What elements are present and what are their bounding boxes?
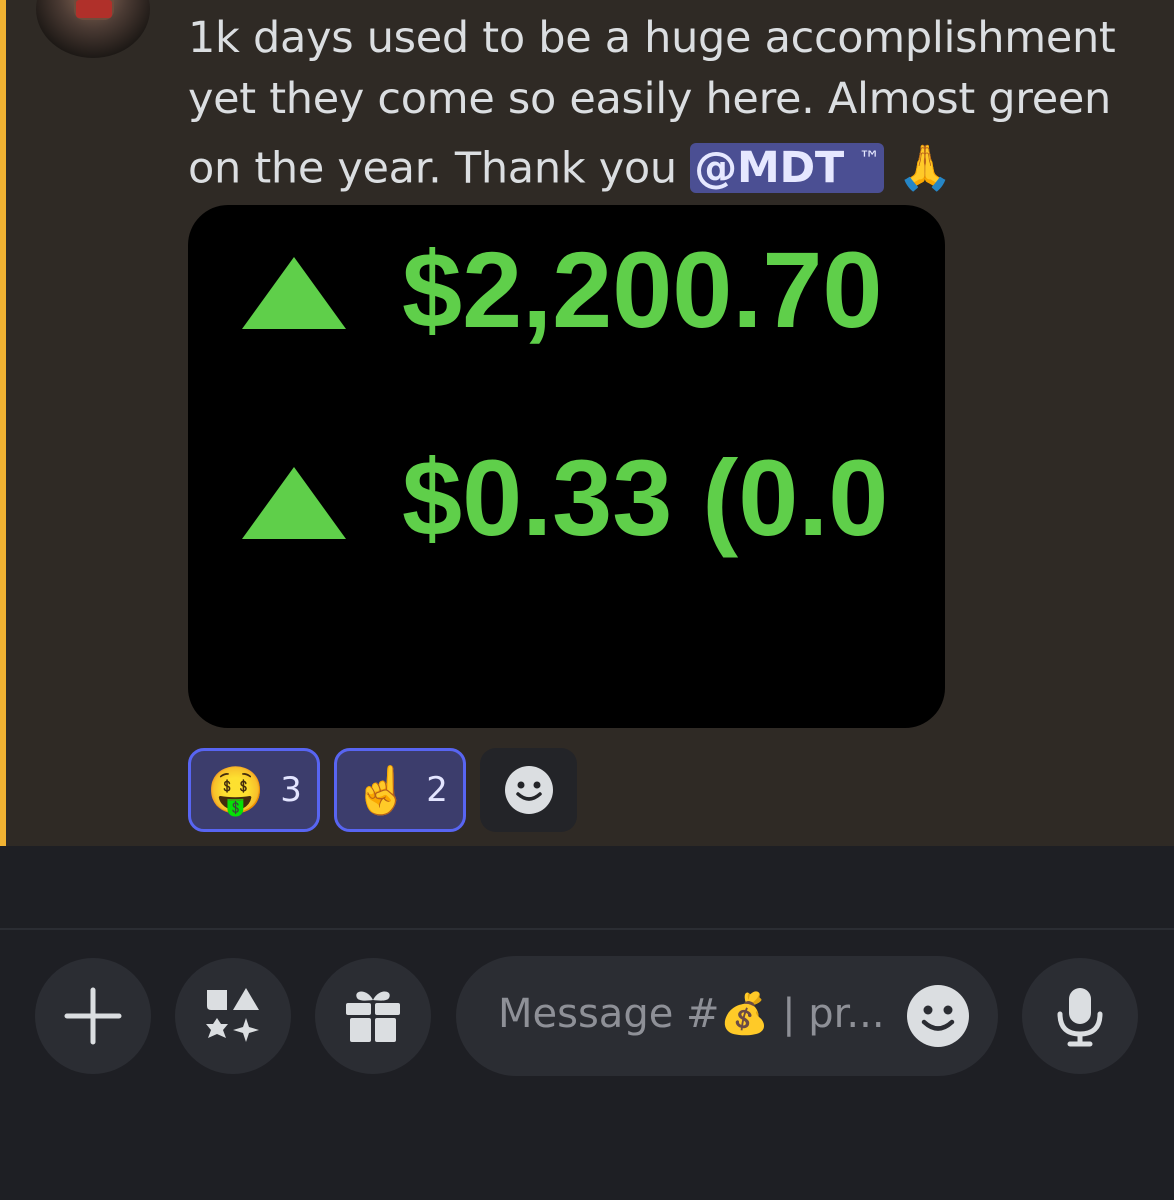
point-up-emoji: ☝️: [353, 762, 411, 817]
apps-button[interactable]: [175, 958, 291, 1074]
up-arrow-icon-1: [242, 257, 346, 329]
reaction-point-up[interactable]: ☝️ 2: [334, 748, 466, 832]
image-attachment[interactable]: $2,200.70 $0.33 (0.0: [188, 205, 945, 728]
gift-button[interactable]: [315, 958, 431, 1074]
smiley-icon: [504, 766, 553, 814]
amount-line-2: $0.33 (0.0: [402, 437, 888, 558]
reaction-count: 3: [280, 770, 302, 810]
plus-icon: [64, 987, 122, 1045]
reaction-count: 2: [426, 770, 448, 810]
reaction-money-mouth[interactable]: 🤑 3: [188, 748, 320, 832]
avatar-shorts: [76, 0, 112, 18]
composer-divider: [0, 928, 1174, 930]
message-text: 1k days used to be a huge accomplishment…: [188, 8, 1148, 199]
user-mention[interactable]: @MDT ™: [690, 143, 885, 194]
avatar[interactable]: [36, 0, 150, 58]
add-reaction-button[interactable]: [480, 748, 577, 832]
up-arrow-icon-2: [242, 467, 346, 539]
message-area: 1k days used to be a huge accomplishment…: [0, 0, 1174, 846]
microphone-icon: [1057, 988, 1103, 1047]
gift-icon: [346, 991, 400, 1042]
attachment-image: $2,200.70 $0.33 (0.0: [242, 229, 888, 558]
apps-icon: [206, 988, 259, 1042]
message-placeholder: Message #💰 | pr...: [498, 991, 885, 1037]
mention-highlight-bar: [0, 0, 6, 846]
mention-name: @MDT: [694, 143, 844, 194]
folded-hands-emoji: 🙏: [897, 142, 953, 194]
amount-line-1: $2,200.70: [402, 229, 882, 350]
emoji-picker-icon[interactable]: [906, 984, 970, 1048]
money-mouth-emoji: 🤑: [207, 762, 265, 817]
voice-message-button[interactable]: [1022, 958, 1138, 1074]
message-input[interactable]: Message #💰 | pr...: [456, 956, 998, 1076]
mention-suffix: ™: [858, 148, 881, 173]
add-attachment-button[interactable]: [35, 958, 151, 1074]
message-body: 1k days used to be a huge accomplishment…: [188, 13, 1116, 194]
